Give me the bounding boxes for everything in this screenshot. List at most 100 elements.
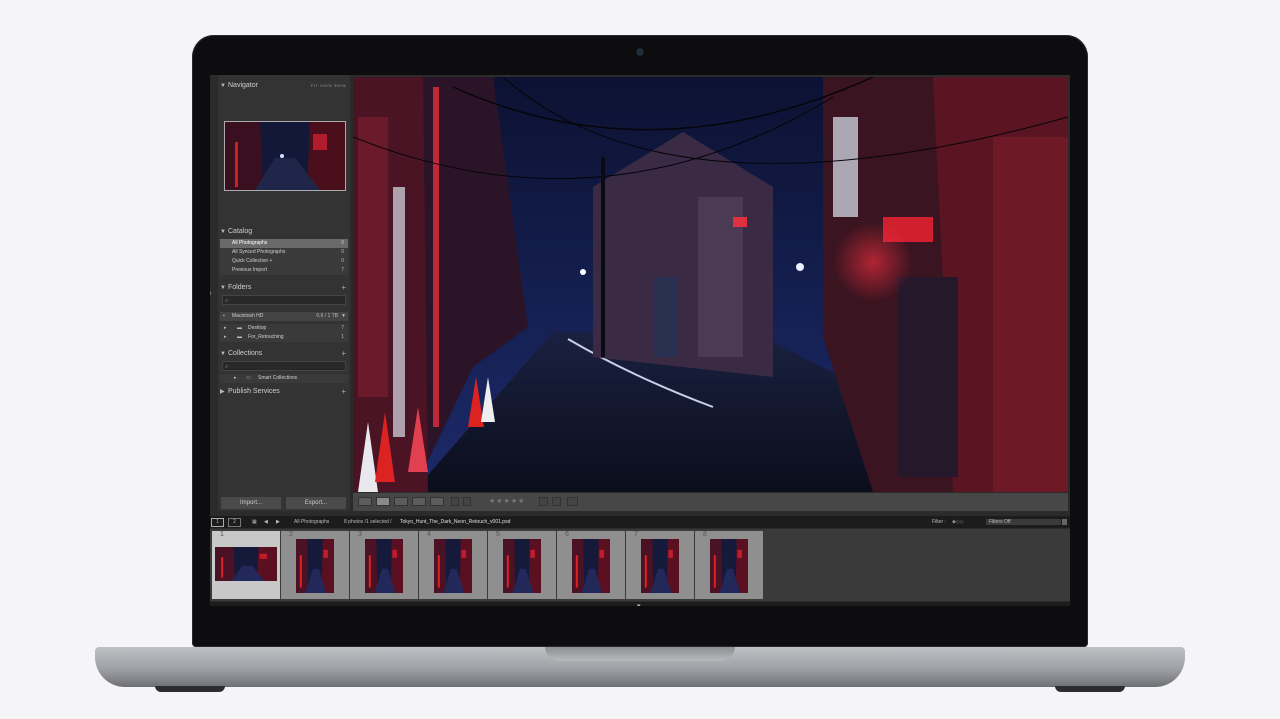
filmstrip-cell-number: 8 xyxy=(703,531,707,538)
folder-icon: ▬ xyxy=(237,334,242,340)
catalog-item-quick-collection[interactable]: Quick Collection +0 xyxy=(220,257,348,266)
people-view-icon[interactable] xyxy=(430,497,444,506)
grid-icon[interactable]: ▦ xyxy=(252,516,257,528)
filter-label: Filter : xyxy=(932,519,946,525)
forward-arrow-icon[interactable]: ▶ xyxy=(276,516,280,528)
collapse-triangle-icon: ▼ xyxy=(220,285,226,291)
filmstrip-thumbnail[interactable] xyxy=(365,539,403,593)
filmstrip-cell-number: 7 xyxy=(634,531,638,538)
filter-flags-icon[interactable]: ◆◇◇ xyxy=(952,516,964,528)
catalog-item-all-synced[interactable]: All Synced Photographs 0 xyxy=(220,248,348,257)
filmstrip-cell-number: 2 xyxy=(289,531,293,538)
filmstrip-thumbnail[interactable] xyxy=(641,539,679,593)
loupe-toolbar: ★★★★★ xyxy=(353,493,1068,511)
folders-header[interactable]: ▼ Folders + xyxy=(220,281,348,294)
filmstrip-cell[interactable]: 6 xyxy=(557,531,625,599)
navigator-header[interactable]: ▼ Navigator FIT 100% 300% xyxy=(220,79,348,92)
collapse-triangle-icon: ▼ xyxy=(220,351,226,357)
filmstrip-cell[interactable]: 4 xyxy=(419,531,487,599)
star-rating[interactable]: ★★★★★ xyxy=(489,497,525,505)
thumbnail-image xyxy=(641,539,679,593)
disclosure-triangle-icon[interactable]: ▸ xyxy=(224,333,227,342)
folder-item-for-retouching[interactable]: ▸ ▬ For_Retouching 1 xyxy=(220,333,348,342)
filmstrip-thumbnail[interactable] xyxy=(434,539,472,593)
filmstrip-thumbnail[interactable] xyxy=(215,547,277,581)
filmstrip-cell-number: 4 xyxy=(427,531,431,538)
left-panel-toggle-icon[interactable]: ◂ xyxy=(210,290,211,297)
primary-display-button[interactable]: 1 xyxy=(211,518,224,527)
secondary-display-button[interactable]: 2 xyxy=(228,518,241,527)
filmstrip-cell-number: 1 xyxy=(220,531,224,538)
folder-item-desktop[interactable]: ▸ ▬ Desktop 7 xyxy=(220,324,348,333)
chevron-down-icon[interactable]: ▼ xyxy=(341,312,346,321)
add-publish-service-icon[interactable]: + xyxy=(341,385,346,398)
grid-view-icon[interactable] xyxy=(358,497,372,506)
catalog-header[interactable]: ▼ Catalog xyxy=(220,225,348,238)
survey-view-icon[interactable] xyxy=(412,497,426,506)
compare-view-icon[interactable] xyxy=(394,497,408,506)
smart-collection-icon: ▭ xyxy=(246,375,251,381)
thumbnail-image xyxy=(215,547,277,581)
disclosure-triangle-icon[interactable]: ▸ xyxy=(234,374,237,383)
navigator-preview[interactable] xyxy=(224,121,346,191)
expand-triangle-icon: ▶ xyxy=(220,389,225,395)
filmstrip-cell[interactable]: 2 xyxy=(281,531,349,599)
collections-header[interactable]: ▼ Collections + xyxy=(220,347,348,360)
filter-dropdown[interactable]: Filters Off xyxy=(986,519,1061,525)
filmstrip-cell[interactable]: 3 xyxy=(350,531,418,599)
collection-item-smart-collections[interactable]: ▸ ▭ Smart Collections xyxy=(220,374,348,383)
filmstrip-status: 8 photos /1 selected / xyxy=(344,519,392,525)
thumbnail-image xyxy=(503,539,541,593)
collections-search-input[interactable]: ⌕ xyxy=(222,361,346,371)
folders-search-input[interactable]: ⌕ xyxy=(222,295,346,305)
disk-icon: ▪ xyxy=(223,313,225,319)
import-button[interactable]: Import... xyxy=(221,497,281,509)
catalog-item-previous-import[interactable]: Previous Import 7 xyxy=(220,266,348,275)
navigator-thumbnail xyxy=(225,122,345,190)
tokyo-neon-alley-image xyxy=(353,77,1068,492)
navigator-zoom-options[interactable]: FIT 100% 300% xyxy=(311,79,346,92)
disclosure-triangle-icon[interactable]: ▸ xyxy=(224,324,227,333)
crop-icon[interactable] xyxy=(567,497,578,506)
filmstrip-cell-number: 3 xyxy=(358,531,362,538)
add-collection-icon[interactable]: + xyxy=(341,347,346,360)
rotate-right-icon[interactable] xyxy=(552,497,561,506)
filmstrip-cell[interactable]: 8 xyxy=(695,531,763,599)
thumbnail-image xyxy=(572,539,610,593)
filmstrip-cell[interactable]: 7 xyxy=(626,531,694,599)
filmstrip-thumbnail[interactable] xyxy=(503,539,541,593)
bottom-panel-toggle-icon[interactable]: ▾ xyxy=(637,603,641,606)
filmstrip-cell-number: 6 xyxy=(565,531,569,538)
publish-services-header[interactable]: ▶ Publish Services + xyxy=(220,385,348,398)
thumbnail-image xyxy=(434,539,472,593)
filmstrip-thumbnail[interactable] xyxy=(572,539,610,593)
filmstrip-thumbnail[interactable] xyxy=(296,539,334,593)
top-panel-toggle-icon[interactable]: ▾ xyxy=(637,75,641,76)
folder-volume-macintosh-hd[interactable]: ▪ Macintosh HD 0.6 / 1 TB ▼ xyxy=(220,312,348,321)
filmstrip-thumbnail[interactable] xyxy=(710,539,748,593)
add-folder-icon[interactable]: + xyxy=(341,281,346,294)
lightroom-window: ▾ ◂ ▸ ▼Navigator FIT 100% 300% ▼Catalog … xyxy=(210,75,1070,606)
collapse-triangle-icon: ▼ xyxy=(220,229,226,235)
flag-pick-icon[interactable] xyxy=(451,497,459,506)
flag-reject-icon[interactable] xyxy=(463,497,471,506)
rotate-left-icon[interactable] xyxy=(539,497,548,506)
loupe-view-icon[interactable] xyxy=(376,497,390,506)
filmstrip-source[interactable]: All Photographs xyxy=(294,516,329,528)
export-button[interactable]: Export... xyxy=(286,497,346,509)
filmstrip-cell-number: 5 xyxy=(496,531,500,538)
filmstrip-filename[interactable]: Tokyo_Hunt_The_Dark_Neon_Retouch_v001.ps… xyxy=(400,516,510,528)
catalog-item-all-photographs[interactable]: All Photographs 8 xyxy=(220,239,348,248)
filmstrip-header: 1 2 ▦ ◀ ▶ All Photographs 8 photos /1 se… xyxy=(210,516,1070,528)
collapse-triangle-icon: ▼ xyxy=(220,83,226,89)
thumbnail-image xyxy=(296,539,334,593)
camera-icon xyxy=(636,48,644,56)
filter-lock-icon[interactable] xyxy=(1062,519,1067,525)
laptop-notch xyxy=(545,647,735,661)
filmstrip: 1 2 3 4 5 6 7 8 xyxy=(210,529,1070,601)
back-arrow-icon[interactable]: ◀ xyxy=(264,516,268,528)
main-photo-loupe[interactable] xyxy=(353,77,1068,492)
thumbnail-image xyxy=(365,539,403,593)
filmstrip-cell[interactable]: 1 xyxy=(212,531,280,599)
filmstrip-cell[interactable]: 5 xyxy=(488,531,556,599)
